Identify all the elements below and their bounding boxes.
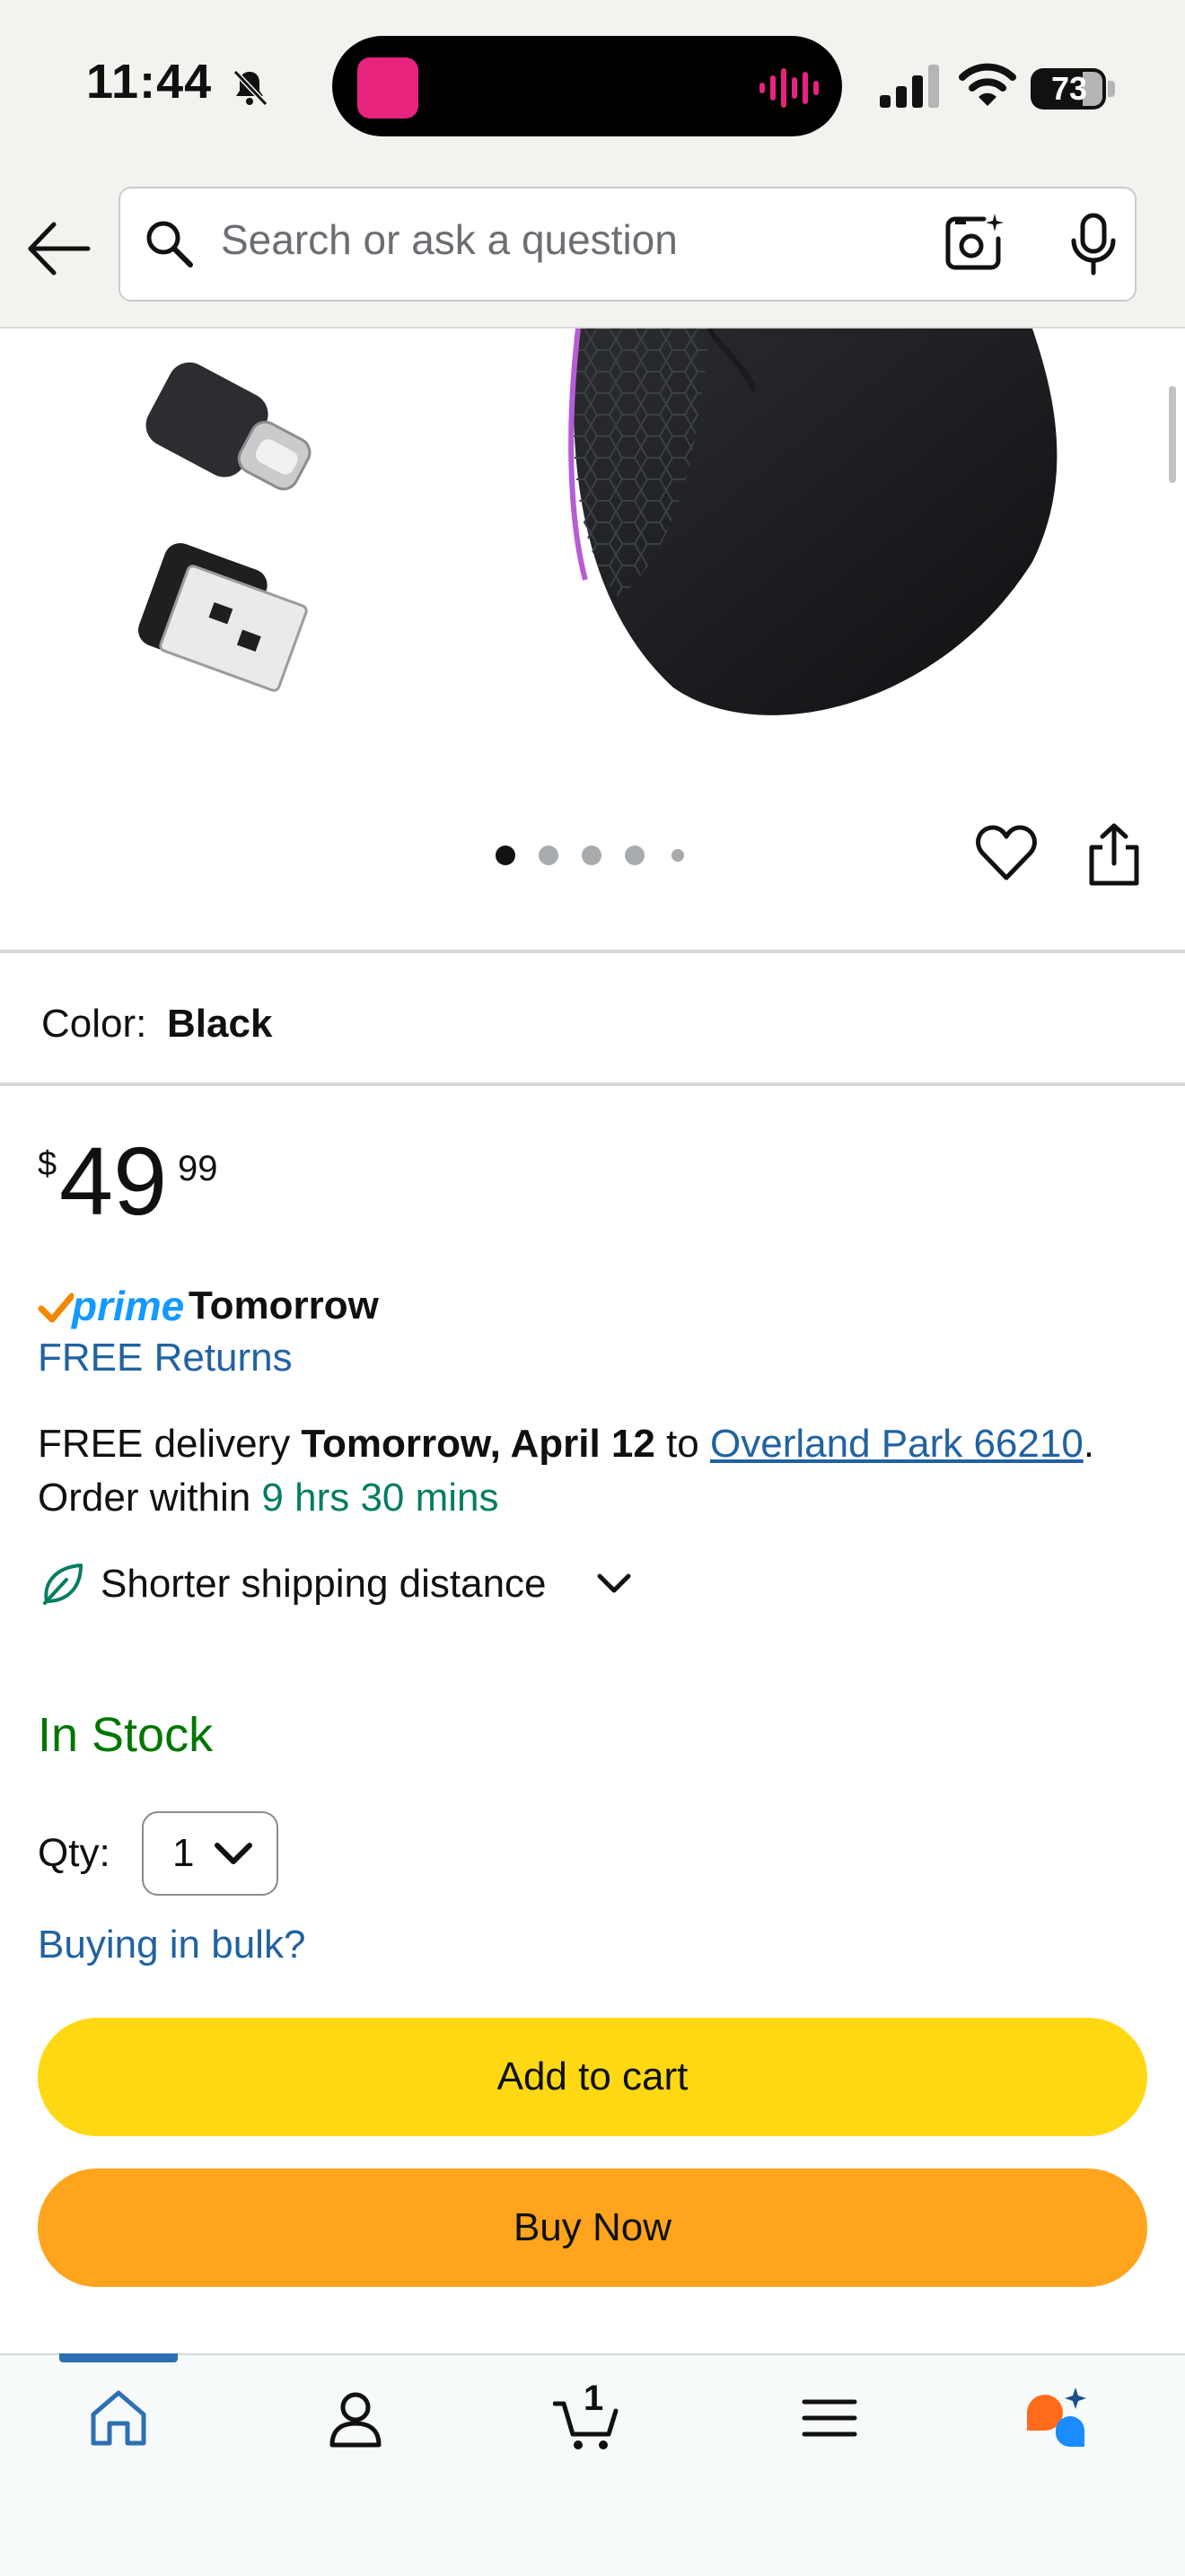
prime-check-icon [38,1292,74,1323]
audio-waveform-icon [759,68,819,108]
active-tab-indicator [59,2353,178,2362]
quantity-value: 1 [172,1831,195,1875]
delivery-suffix: . [1083,1422,1095,1466]
search-input[interactable]: Search or ask a question [221,215,678,264]
home-icon[interactable] [84,2384,153,2452]
prime-logo: prime [72,1283,185,1329]
order-countdown: 9 hrs 30 mins [261,1476,499,1520]
account-icon[interactable] [321,2384,390,2452]
heart-icon[interactable] [975,824,1038,883]
order-within-message: Order within 9 hrs 30 mins [38,1476,499,1520]
menu-icon[interactable] [795,2384,864,2452]
wireless-mouse-image [568,329,1058,715]
share-icon[interactable] [1086,822,1142,887]
price-whole: 49 [59,1126,168,1235]
pagination-dot-2[interactable] [539,846,558,865]
delivery-location-link[interactable]: Overland Park 66210 [710,1422,1084,1466]
page-scrollbar[interactable] [1169,386,1176,483]
search-icon [146,221,193,267]
wifi-icon [959,63,1016,106]
live-activity-app-icon [357,57,418,118]
pagination-dot-1[interactable] [496,846,515,865]
price-currency: $ [38,1145,57,1183]
status-time: 11:44 [86,55,213,109]
rufus-assistant-icon[interactable] [1023,2384,1092,2452]
price-fraction: 99 [178,1149,218,1188]
chevron-down-icon[interactable] [594,1564,634,1603]
bell-slash-icon [233,69,268,107]
free-returns-link[interactable]: FREE Returns [38,1336,293,1380]
stock-status: In Stock [38,1708,214,1762]
quantity-label: Qty: [38,1831,110,1875]
delivery-date: Tomorrow, April 12 [301,1422,655,1466]
prime-delivery-day: Tomorrow [189,1284,379,1327]
chevron-down-icon [215,1843,252,1864]
pagination-dot-5[interactable] [672,849,684,862]
delivery-to: to [654,1422,710,1466]
arrow-left-icon[interactable] [23,214,93,284]
battery-icon: 73 [1031,68,1117,110]
usb-receivers-image [138,362,312,692]
buying-in-bulk-link[interactable]: Buying in bulk? [38,1923,305,1967]
battery-level: 73 [1050,70,1088,107]
section-divider [0,950,1185,953]
signal-icon [880,65,939,108]
color-label: Color: [41,1002,147,1046]
shipping-distance-toggle[interactable]: Shorter shipping distance [101,1562,547,1607]
color-value: Black [167,1002,273,1046]
cart-count-badge: 1 [584,2379,604,2418]
add-to-cart-button[interactable]: Add to cart [38,2018,1147,2136]
delivery-message: FREE delivery Tomorrow, April 12 to Over… [38,1422,1094,1467]
buy-now-button[interactable]: Buy Now [38,2169,1147,2287]
delivery-prefix: FREE delivery [38,1422,302,1466]
microphone-icon[interactable] [1068,212,1119,276]
leaf-icon [43,1564,83,1605]
quantity-select[interactable] [142,1811,278,1896]
order-within-prefix: Order within [38,1476,262,1520]
pagination-dot-4[interactable] [625,846,645,865]
camera-lens-icon[interactable] [943,212,1004,273]
pagination-dot-3[interactable] [582,846,601,865]
section-divider [0,1082,1185,1086]
